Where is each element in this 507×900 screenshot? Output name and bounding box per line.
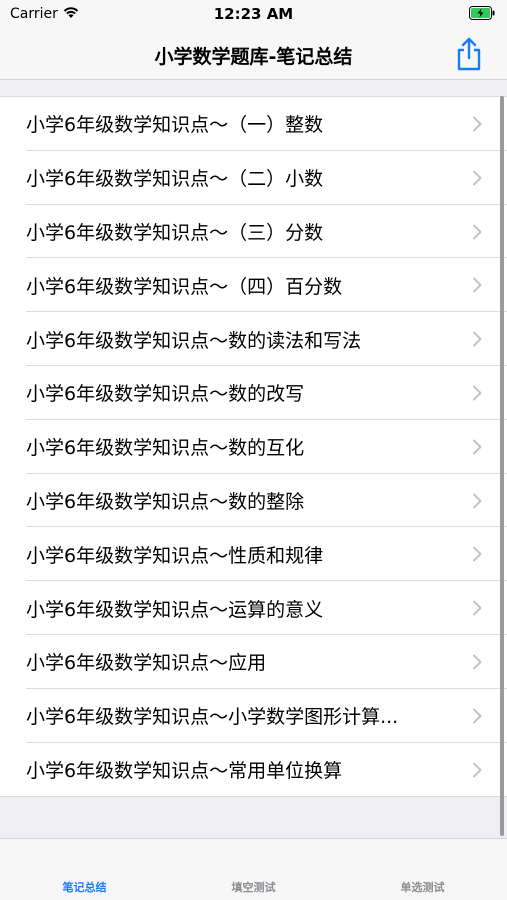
list-item[interactable]: 小学6年级数学知识点～运算的意义 xyxy=(0,581,507,635)
tab-fill-in-test[interactable]: 填空测试 xyxy=(169,879,338,895)
status-bar: Carrier 12:23 AM xyxy=(0,0,507,30)
chevron-right-icon xyxy=(473,762,482,778)
tab-single-choice-test[interactable]: 单选测试 xyxy=(338,879,507,895)
list-item[interactable]: 小学6年级数学知识点～数的读法和写法 xyxy=(0,312,507,366)
chevron-right-icon xyxy=(473,708,482,724)
status-time: 12:23 AM xyxy=(213,5,294,23)
list-item-label: 小学6年级数学知识点～运算的意义 xyxy=(26,598,324,621)
tab-bar: 笔记总结 填空测试 单选测试 xyxy=(0,838,507,900)
list-item-label: 小学6年级数学知识点～（三）分数 xyxy=(26,221,324,244)
topic-list: 小学6年级数学知识点～（一）整数 小学6年级数学知识点～（二）小数 小学6年级数学知… xyxy=(0,96,507,798)
list-item[interactable]: 小学6年级数学知识点～（二）小数 xyxy=(0,151,507,205)
list-item[interactable]: 小学6年级数学知识点～数的整除 xyxy=(0,474,507,528)
chevron-right-icon xyxy=(473,654,482,670)
page-title: 小学数学题库-笔记总结 xyxy=(154,46,353,68)
chevron-right-icon xyxy=(473,116,482,132)
chevron-right-icon xyxy=(473,600,482,616)
navigation-bar: 小学数学题库-笔记总结 xyxy=(0,30,507,80)
chevron-right-icon xyxy=(473,385,482,401)
scroll-indicator[interactable] xyxy=(500,96,504,836)
chevron-right-icon xyxy=(473,277,482,293)
list-item-label: 小学6年级数学知识点～数的读法和写法 xyxy=(26,329,362,352)
chevron-right-icon xyxy=(473,546,482,562)
list-item-label: 小学6年级数学知识点～（四）百分数 xyxy=(26,275,343,298)
chevron-right-icon xyxy=(473,493,482,509)
battery-charging-icon xyxy=(469,6,495,20)
list-item[interactable]: 小学6年级数学知识点～数的互化 xyxy=(0,420,507,474)
list-item[interactable]: 小学6年级数学知识点～（三）分数 xyxy=(0,205,507,259)
list-item[interactable]: 小学6年级数学知识点～数的改写 xyxy=(0,366,507,420)
chevron-right-icon xyxy=(473,439,482,455)
list-item-label: 小学6年级数学知识点～性质和规律 xyxy=(26,544,324,567)
list-item-label: 小学6年级数学知识点～数的互化 xyxy=(26,437,305,460)
chevron-right-icon xyxy=(473,331,482,347)
chevron-right-icon xyxy=(473,224,482,240)
list-item-label: 小学6年级数学知识点～数的整除 xyxy=(26,490,305,513)
list-item[interactable]: 小学6年级数学知识点～（一）整数 xyxy=(0,97,507,151)
list-item[interactable]: 小学6年级数学知识点～性质和规律 xyxy=(0,527,507,581)
list-item[interactable]: 小学6年级数学知识点～（四）百分数 xyxy=(0,258,507,312)
list-item-label: 小学6年级数学知识点～（一）整数 xyxy=(26,114,324,137)
list-item-label: 小学6年级数学知识点～应用 xyxy=(26,652,267,675)
list-item[interactable]: 小学6年级数学知识点～常用单位换算 xyxy=(0,743,507,797)
tab-notes-summary[interactable]: 笔记总结 xyxy=(0,879,169,895)
list-item-label: 小学6年级数学知识点～（二）小数 xyxy=(26,168,324,191)
list-item-label: 小学6年级数学知识点～小学数学图形计算... xyxy=(26,706,399,729)
list-item[interactable]: 小学6年级数学知识点～应用 xyxy=(0,635,507,689)
list-item-label: 小学6年级数学知识点～常用单位换算 xyxy=(26,759,343,782)
list-item[interactable]: 小学6年级数学知识点～小学数学图形计算... xyxy=(0,689,507,743)
chevron-right-icon xyxy=(473,170,482,186)
share-icon[interactable] xyxy=(453,36,485,72)
list-item-label: 小学6年级数学知识点～数的改写 xyxy=(26,383,305,406)
